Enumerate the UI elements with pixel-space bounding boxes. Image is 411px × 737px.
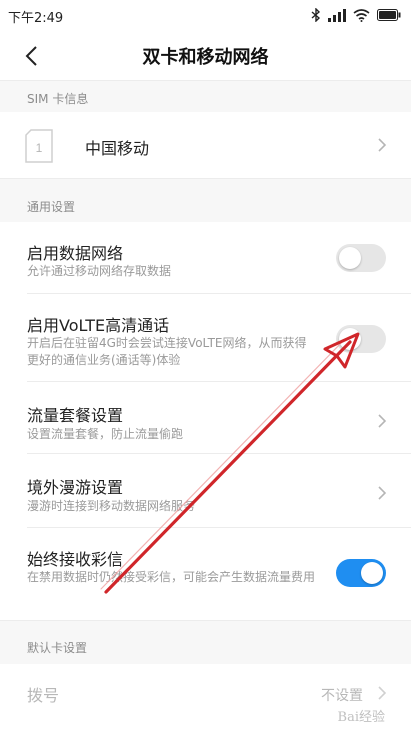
- volte-row[interactable]: 启用VoLTE高清通话 开启后在驻留4G时会尝试连接VoLTE网络，从而获得更好…: [0, 294, 411, 382]
- sim-slot-label: 1: [36, 141, 43, 155]
- data-plan-subtitle: 设置流量套餐，防止流量偷跑: [27, 427, 184, 441]
- bluetooth-icon: [311, 8, 321, 22]
- chevron-right-icon: [378, 138, 387, 152]
- sim-card-row[interactable]: 1 中国移动: [0, 112, 411, 178]
- status-icons: [311, 6, 401, 24]
- data-plan-row[interactable]: 流量套餐设置 设置流量套餐，防止流量偷跑: [0, 382, 411, 454]
- dial-title: 拨号: [27, 686, 60, 705]
- chevron-right-icon: [378, 486, 387, 500]
- section-default-header: 默认卡设置: [0, 620, 411, 665]
- mms-title: 始终接收彩信: [27, 550, 124, 569]
- mms-toggle[interactable]: [336, 559, 386, 587]
- wifi-icon: [353, 8, 370, 22]
- section-general-header: 通用设置: [0, 178, 411, 223]
- section-title-default: 默认卡设置: [27, 641, 88, 655]
- roaming-title: 境外漫游设置: [27, 478, 124, 497]
- data-network-toggle[interactable]: [336, 244, 386, 272]
- volte-toggle[interactable]: [336, 325, 386, 353]
- mms-row[interactable]: 始终接收彩信 在禁用数据时仍然接受彩信，可能会产生数据流量费用: [0, 528, 411, 620]
- roaming-subtitle: 漫游时连接到移动数据网络服务: [27, 499, 196, 513]
- carrier-name: 中国移动: [85, 139, 150, 158]
- sim-card-icon: 1: [25, 129, 53, 163]
- watermark: Bai经验: [337, 710, 385, 725]
- data-network-title: 启用数据网络: [27, 244, 124, 263]
- mms-subtitle: 在禁用数据时仍然接受彩信，可能会产生数据流量费用: [27, 570, 316, 584]
- status-bar: 下午2:49: [0, 0, 411, 30]
- data-plan-title: 流量套餐设置: [27, 406, 124, 425]
- battery-icon: [377, 9, 401, 21]
- volte-title: 启用VoLTE高清通话: [27, 316, 170, 335]
- section-title-sim: SIM 卡信息: [27, 92, 89, 106]
- section-title-general: 通用设置: [27, 200, 76, 214]
- dial-value: 不设置: [321, 688, 363, 704]
- status-time: 下午2:49: [8, 11, 64, 26]
- data-network-row[interactable]: 启用数据网络 允许通过移动网络存取数据: [0, 222, 411, 294]
- data-network-subtitle: 允许通过移动网络存取数据: [27, 264, 172, 278]
- volte-subtitle: 开启后在驻留4G时会尝试连接VoLTE网络，从而获得更好的通信业务(通话等)体验: [27, 336, 307, 367]
- chevron-right-icon: [378, 414, 387, 428]
- chevron-right-icon: [378, 686, 387, 700]
- header: 双卡和移动网络: [0, 30, 411, 80]
- dial-row[interactable]: 拨号 不设置: [0, 664, 411, 737]
- page-title: 双卡和移动网络: [142, 47, 269, 68]
- section-sim-header: SIM 卡信息: [0, 80, 411, 113]
- signal-icon: [328, 8, 346, 22]
- roaming-row[interactable]: 境外漫游设置 漫游时连接到移动数据网络服务: [0, 454, 411, 528]
